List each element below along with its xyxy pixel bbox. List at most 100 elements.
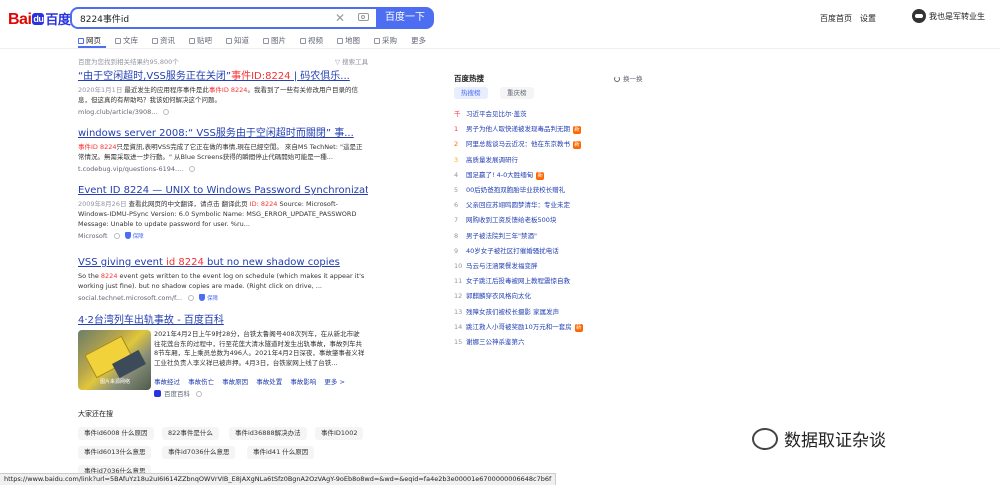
result-source[interactable]: Microsoft 保障	[78, 231, 368, 242]
baike-link-handling[interactable]: 事故处置	[256, 378, 282, 386]
hot-search-item[interactable]: 2 阿里总裁谈马云近况：他在东京教书新	[454, 138, 581, 150]
hot-tab-chongqing[interactable]: 重庆榜	[500, 87, 534, 99]
result-title-link[interactable]: windows server 2008:“ VSS服务由于空闲超时而關閉” 事.…	[78, 127, 368, 140]
source-url[interactable]: mlog.club/article/3908...	[78, 108, 157, 116]
settings-link[interactable]: 设置	[860, 13, 876, 24]
result-source[interactable]: mlog.club/article/3908...	[78, 107, 368, 117]
more-icon[interactable]	[196, 391, 202, 397]
hot-item-text: 郭麒麟穿衣风格向太化	[466, 292, 531, 301]
hot-tab-main[interactable]: 热搜榜	[454, 87, 488, 99]
hot-item-text: 40岁女子被社区打催婚骚扰电话	[466, 246, 559, 255]
baike-link-course[interactable]: 事故经过	[154, 378, 180, 386]
tab-label: 地图	[345, 36, 360, 45]
more-icon[interactable]	[113, 233, 120, 239]
logo-paw-du: du	[32, 13, 45, 25]
related-chip[interactable]: 事件ID1002	[315, 427, 364, 440]
baike-link-more[interactable]: 更多 >	[324, 378, 345, 386]
source-url[interactable]: t.codebug.vip/questions-6194....	[78, 165, 183, 173]
hot-item-text: 阿里总裁谈马云近况：他在东京教书	[466, 140, 570, 149]
baike-thumbnail[interactable]: 图片来源网络	[78, 330, 151, 390]
hot-item-text: 高质量发展调研行	[466, 155, 518, 164]
hot-search-item[interactable]: 13 残障女孩们被校长摄影 家属发声	[454, 306, 559, 316]
abstract-text: So the	[78, 272, 101, 280]
hot-search-item[interactable]: 3 高质量发展调研行	[454, 154, 518, 164]
hot-search-item[interactable]: 14 跳江救人小哥被奖励10万元和一套房新	[454, 321, 583, 332]
baike-result: 4·2台湾列车出轨事故 - 百度百科	[78, 314, 368, 327]
result-source[interactable]: social.technet.microsoft.com/f... 保障	[78, 293, 368, 304]
baike-link-cause[interactable]: 事故原因	[222, 378, 248, 386]
baike-source[interactable]: 百度百科	[154, 388, 202, 399]
more-icon[interactable]	[163, 109, 170, 115]
hot-search-item[interactable]: 11 女子跳江后投毒被网上教程震惊自救	[454, 275, 570, 285]
baike-title-link[interactable]: 4·2台湾列车出轨事故 - 百度百科	[78, 314, 368, 327]
search-input[interactable]	[80, 11, 310, 25]
result-title-link[interactable]: VSS giving event id 8224 but no new shad…	[78, 256, 368, 269]
hot-item-text: 男子被法院判三年"禁酒"	[466, 231, 537, 240]
tab-label: 资讯	[160, 36, 175, 45]
related-chip[interactable]: 事件id6013什么意思	[78, 446, 152, 459]
result-title-link[interactable]: “由于空闲超时,VSS服务正在关闭”事件ID:8224 | 码农俱乐...	[78, 70, 368, 83]
hot-search-item[interactable]: 7 网购收到工资反馈给老板500块	[454, 214, 556, 224]
tab-purchase[interactable]: 采购	[374, 35, 397, 46]
abstract-text: 查看此网页的中文翻译，请点击 翻译此页	[128, 200, 250, 208]
related-chip[interactable]: 事件id36888解决办法	[229, 427, 307, 440]
result-source[interactable]: t.codebug.vip/questions-6194....	[78, 164, 368, 174]
search-tools-button[interactable]: ▽ 搜索工具	[335, 56, 368, 66]
logo-text-baidu: 百度	[45, 12, 71, 27]
source-url[interactable]: social.technet.microsoft.com/f...	[78, 294, 182, 302]
top-header: Baidu百度 ✕ 百度一下 百度首页 设置 我也是军转业生	[0, 0, 1000, 34]
hot-rank: 2	[454, 140, 459, 149]
cart-icon	[374, 38, 380, 44]
shield-icon	[199, 294, 206, 301]
hot-rank: 13	[454, 307, 463, 316]
hot-search-item[interactable]: 千习近平会见比尔·盖茨	[454, 108, 527, 118]
hot-search-item[interactable]: 6 父亲回应苏翊鸣圆梦清华：专业未定	[454, 199, 570, 209]
search-result: VSS giving event id 8224 but no new shad…	[78, 256, 368, 304]
hot-search-item[interactable]: 15 谢娜三公神杀鉴第六	[454, 336, 525, 346]
baidu-logo[interactable]: Bai du 百度	[8, 9, 71, 29]
hot-search-item[interactable]: 8 男子被法院判三年"禁酒"	[454, 230, 537, 240]
tab-news[interactable]: 资讯	[152, 35, 175, 46]
tab-zhidao[interactable]: 知道	[226, 35, 249, 46]
refresh-button[interactable]: 换一换	[614, 73, 643, 83]
hot-item-text: 女子跳江后投毒被网上教程震惊自救	[466, 277, 570, 286]
status-bar-url: https://www.baidu.com/link?url=5BAfuYz18…	[0, 473, 557, 485]
title-text: VSS giving event	[78, 257, 167, 268]
abstract-text: 只是資訊,表明VSS完成了它正在做的事情,現在已經空閒。 來自MS TechNe…	[78, 143, 363, 161]
related-chip[interactable]: 822事件是什么	[162, 427, 219, 440]
source-url[interactable]: Microsoft	[78, 232, 108, 240]
baike-link-impact[interactable]: 事故影响	[290, 378, 316, 386]
baidu-home-link[interactable]: 百度首页	[820, 13, 852, 24]
related-chip[interactable]: 事件id7036什么意思	[162, 446, 236, 459]
tab-wenku[interactable]: 文库	[115, 35, 138, 46]
camera-icon[interactable]	[358, 13, 369, 21]
hot-search-item[interactable]: 10 马云与汪涵聚餐发福变胖	[454, 260, 538, 270]
hot-search-item[interactable]: 12 郭麒麟穿衣风格向太化	[454, 290, 531, 300]
hot-item-text: 残障女孩们被校长摄影 家属发声	[466, 307, 560, 316]
hot-search-item[interactable]: 9 40岁女子被社区打催婚骚扰电话	[454, 245, 559, 255]
related-chip[interactable]: 事件id6008 什么原因	[78, 427, 154, 440]
more-icon[interactable]	[189, 166, 196, 172]
hot-item-text: 习近平会见比尔·盖茨	[466, 110, 527, 118]
tab-more[interactable]: 更多	[411, 35, 426, 46]
clear-icon[interactable]: ✕	[335, 10, 345, 26]
more-icon[interactable]	[188, 295, 195, 301]
hot-rank: 15	[454, 338, 463, 346]
search-button[interactable]: 百度一下	[376, 7, 434, 29]
hot-search-item[interactable]: 5 00后奶爸抱双胞胎毕业获校长赠礼	[454, 184, 565, 194]
tab-tieba[interactable]: 贴吧	[189, 35, 212, 46]
hot-search-item[interactable]: 4 国足赢了! 4-0大胜缅甸新	[454, 169, 545, 180]
user-menu[interactable]: 我也是军转业生	[912, 9, 985, 23]
avatar	[912, 9, 926, 23]
tab-web[interactable]: 网页	[78, 35, 101, 46]
result-abstract: So the 8224 event gets written to the ev…	[78, 271, 368, 291]
new-badge-icon: 新	[536, 171, 545, 180]
hot-rank: 7	[454, 216, 459, 225]
baike-link-casualties[interactable]: 事故伤亡	[188, 378, 214, 386]
tab-map[interactable]: 地图	[337, 35, 360, 46]
tab-video[interactable]: 视频	[300, 35, 323, 46]
tab-images[interactable]: 图片	[263, 35, 286, 46]
related-chip[interactable]: 事件id41 什么原因	[247, 446, 315, 459]
result-title-link[interactable]: Event ID 8224 — UNIX to Windows Password…	[78, 184, 368, 197]
hot-search-item[interactable]: 1 男子为他人取快递被发现毒品判无期新	[454, 123, 581, 135]
